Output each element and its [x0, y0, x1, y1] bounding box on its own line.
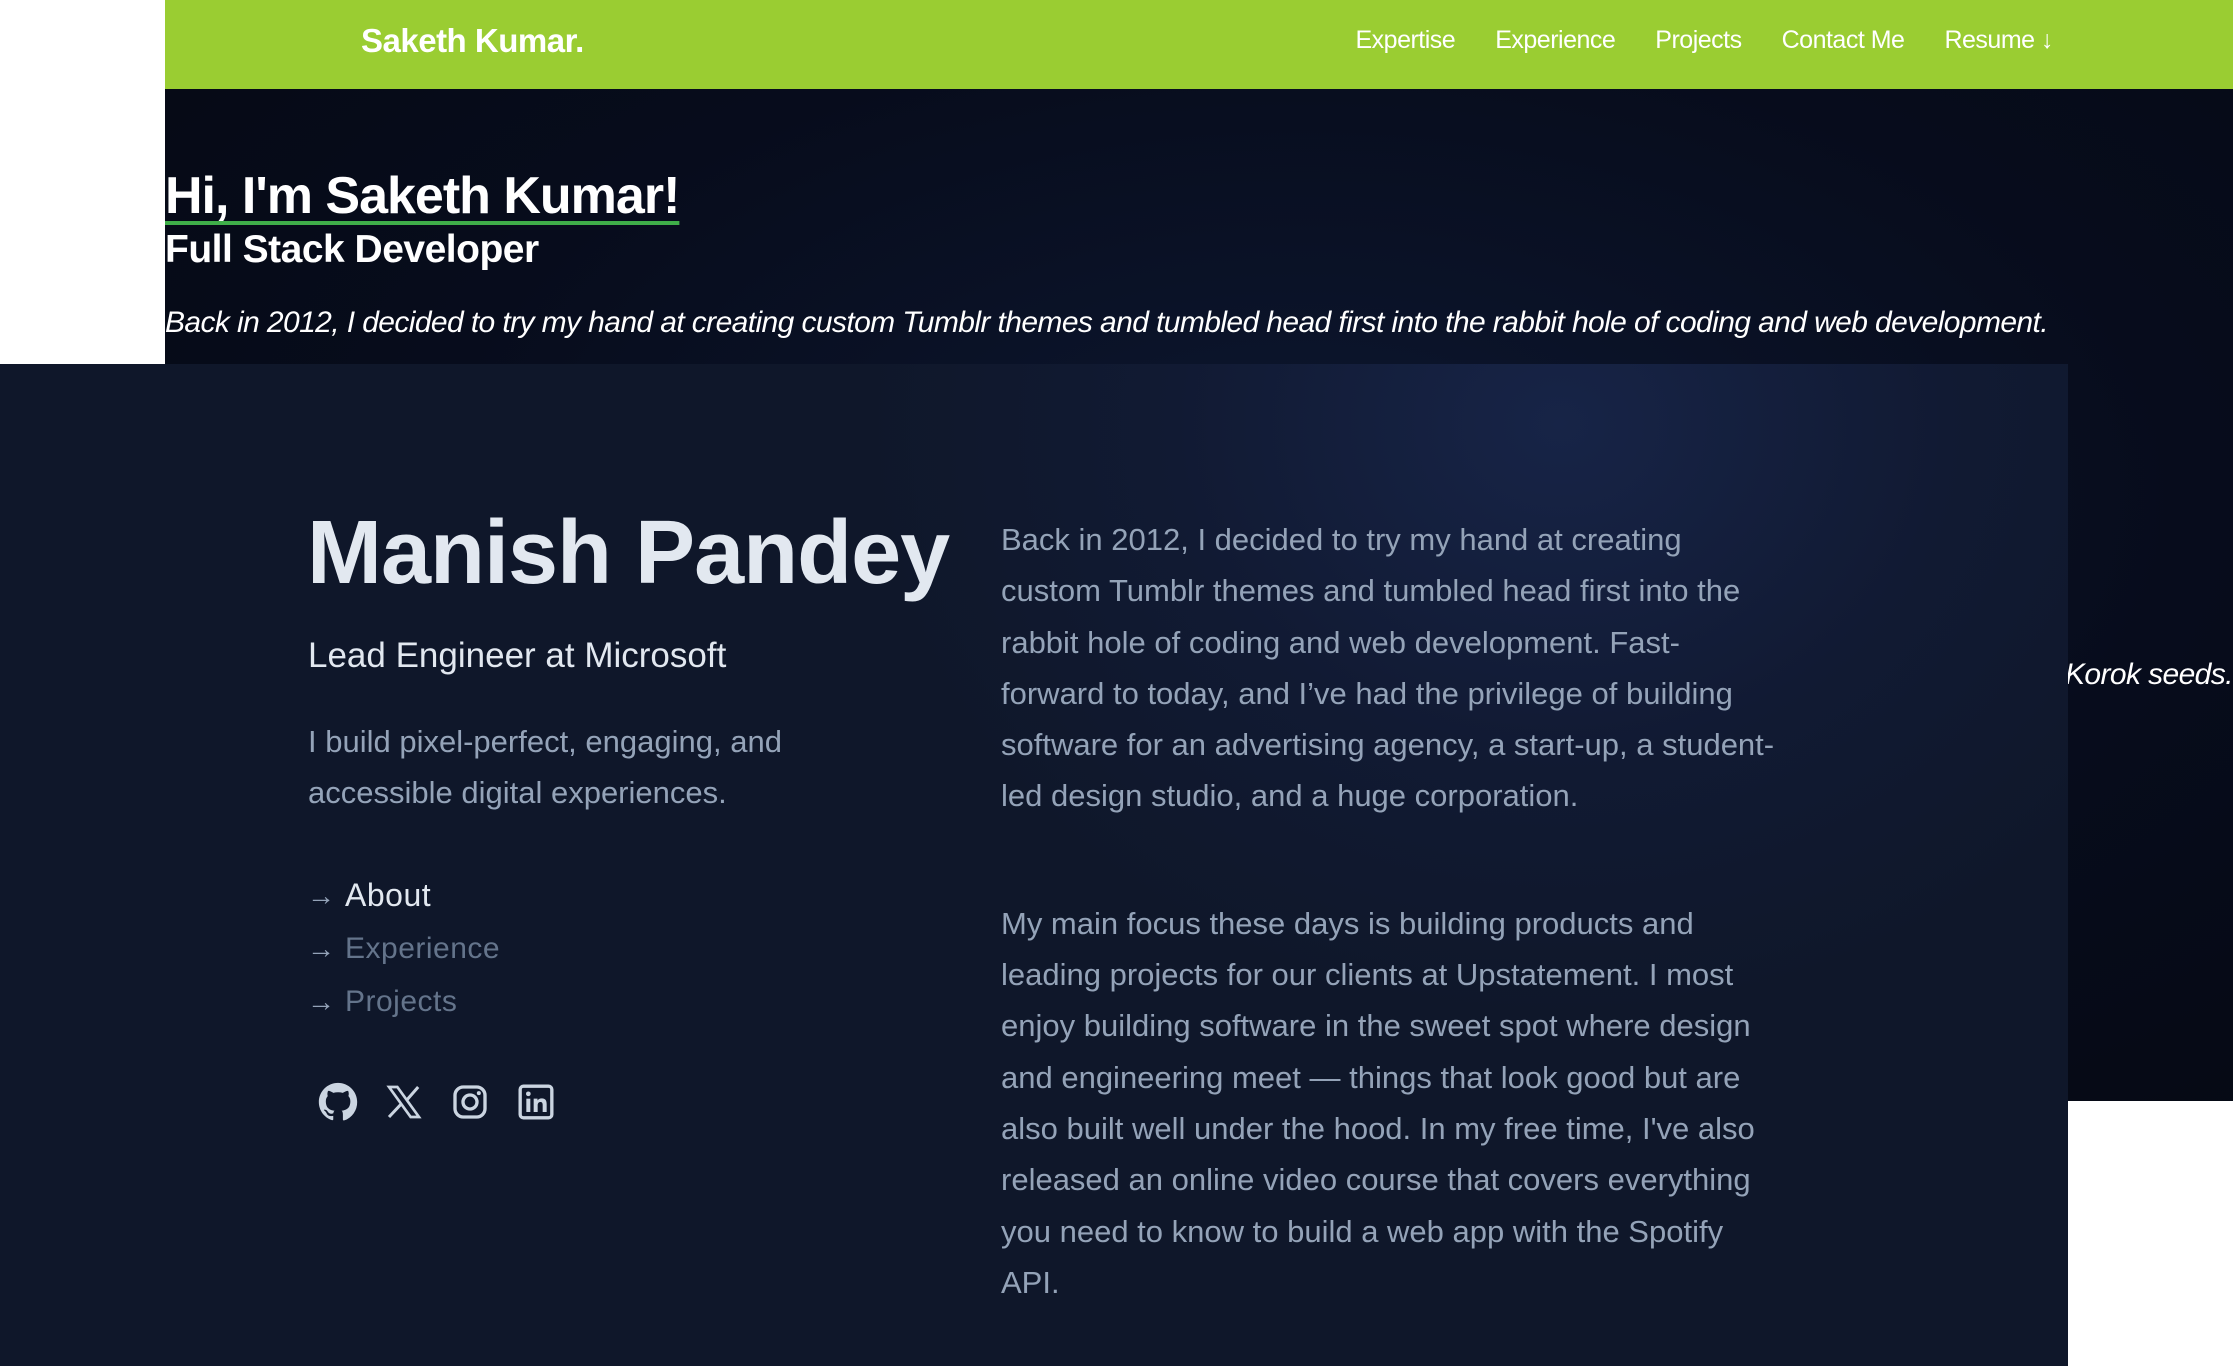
partial-text: Korok seeds. [2065, 658, 2233, 691]
arrow-right-icon: → [307, 932, 335, 964]
section-nav-about[interactable]: → About [307, 869, 500, 922]
section-nav-label: Experience [345, 931, 501, 965]
section-nav-projects[interactable]: → Projects [307, 975, 500, 1028]
top-navbar: Saketh Kumar. Expertise Experience Proje… [165, 0, 2233, 89]
linkedin-icon[interactable] [516, 1082, 556, 1122]
hero-role: Full Stack Developer [165, 228, 539, 271]
arrow-right-icon: → [307, 985, 335, 1017]
social-links [318, 1082, 556, 1122]
about-paragraph-2: My main focus these days is building pro… [1001, 905, 1755, 1300]
nav-link-experience[interactable]: Experience [1495, 26, 1616, 55]
profile-subtitle: Lead Engineer at Microsoft [308, 636, 727, 675]
about-section: Back in 2012, I decided to try my hand a… [1001, 514, 1781, 1366]
hero-tagline: Back in 2012, I decided to try my hand a… [165, 306, 2049, 339]
top-nav-links: Expertise Experience Projects Contact Me… [1356, 26, 2054, 55]
section-nav-experience[interactable]: → Experience [307, 922, 500, 975]
section-nav-label: Projects [345, 984, 458, 1018]
x-icon[interactable] [384, 1082, 424, 1122]
section-nav-label: About [345, 877, 432, 913]
foreground-portfolio-window: Manish Pandey Lead Engineer at Microsoft… [0, 364, 2068, 1366]
profile-intro: I build pixel-perfect, engaging, and acc… [308, 724, 782, 810]
about-paragraph-1: Back in 2012, I decided to try my hand a… [1001, 522, 1775, 814]
section-nav: → About → Experience → Projects [307, 869, 500, 1028]
instagram-icon[interactable] [450, 1082, 490, 1122]
nav-link-projects[interactable]: Projects [1655, 26, 1742, 55]
nav-link-resume[interactable]: Resume ↓ [1944, 26, 2053, 55]
nav-link-contact[interactable]: Contact Me [1782, 26, 1905, 55]
profile-name: Manish Pandey [307, 503, 950, 603]
brand-logo[interactable]: Saketh Kumar. [361, 22, 584, 60]
nav-link-expertise[interactable]: Expertise [1356, 26, 1456, 55]
arrow-right-icon: → [307, 879, 335, 911]
github-icon[interactable] [318, 1082, 358, 1122]
hero-title: Hi, I'm Saketh Kumar! [165, 167, 680, 225]
